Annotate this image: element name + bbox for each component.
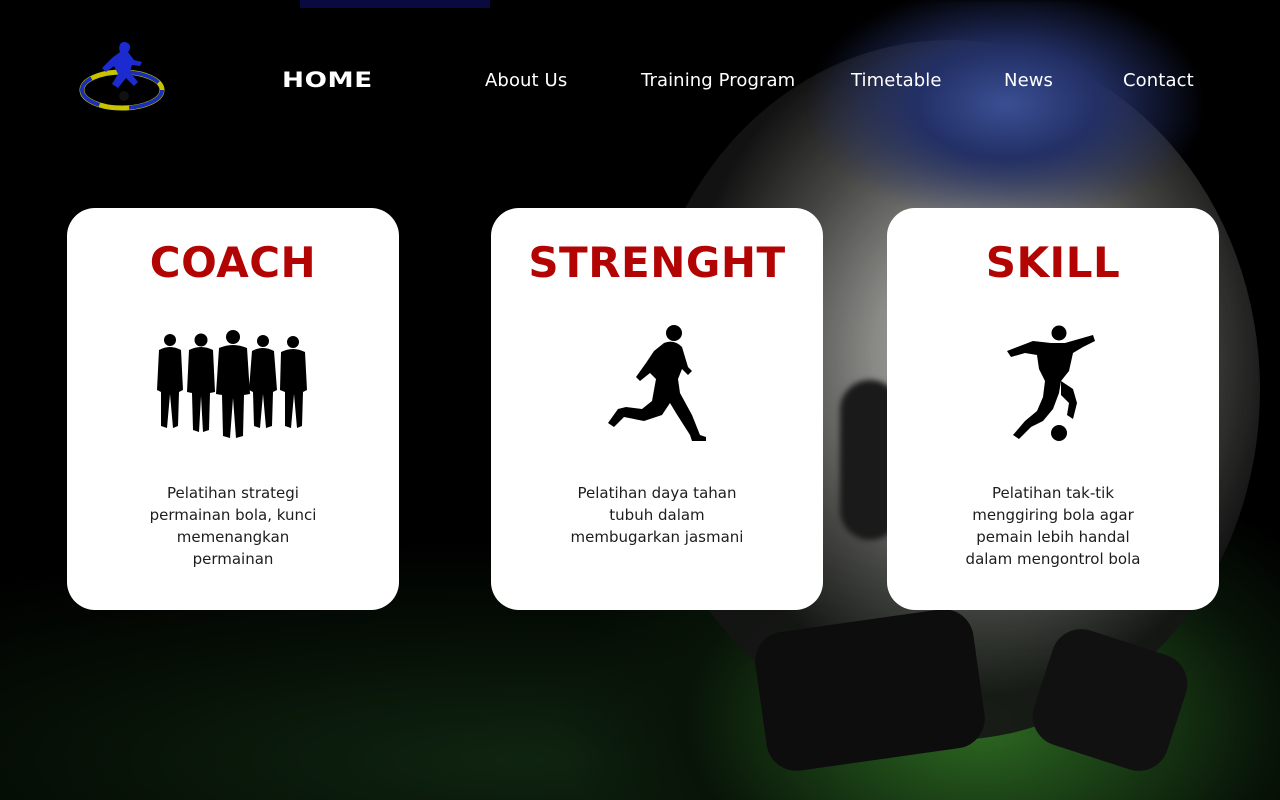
- card-title: SKILL: [985, 238, 1121, 287]
- running-player-icon: [491, 320, 823, 450]
- card-coach[interactable]: COACH Pelatihan strategi permainan bola,…: [67, 208, 399, 610]
- card-description: Pelatihan daya tahan tubuh dalam membuga…: [570, 484, 744, 546]
- nav-training-program[interactable]: Training Program: [641, 70, 795, 91]
- card-description: Pelatihan tak-tik menggiring bola agar p…: [965, 484, 1141, 568]
- main-nav: HOME About Us Training Program Timetable…: [0, 0, 1280, 160]
- nav-contact[interactable]: Contact: [1123, 70, 1194, 91]
- dribbling-player-icon: [887, 320, 1219, 450]
- nav-home[interactable]: HOME: [282, 68, 373, 92]
- team-silhouette-icon: [67, 320, 399, 450]
- nav-timetable[interactable]: Timetable: [851, 70, 942, 91]
- card-description: Pelatihan strategi permainan bola, kunci…: [149, 484, 317, 568]
- card-title: STRENGHT: [528, 238, 786, 287]
- card-title: COACH: [149, 238, 317, 287]
- card-strenght[interactable]: STRENGHT Pelatihan daya tahan tubuh dala…: [491, 208, 823, 610]
- card-skill[interactable]: SKILL Pelatihan tak-tik menggiring bola …: [887, 208, 1219, 610]
- nav-news[interactable]: News: [1004, 70, 1053, 91]
- nav-about-us[interactable]: About Us: [485, 70, 567, 91]
